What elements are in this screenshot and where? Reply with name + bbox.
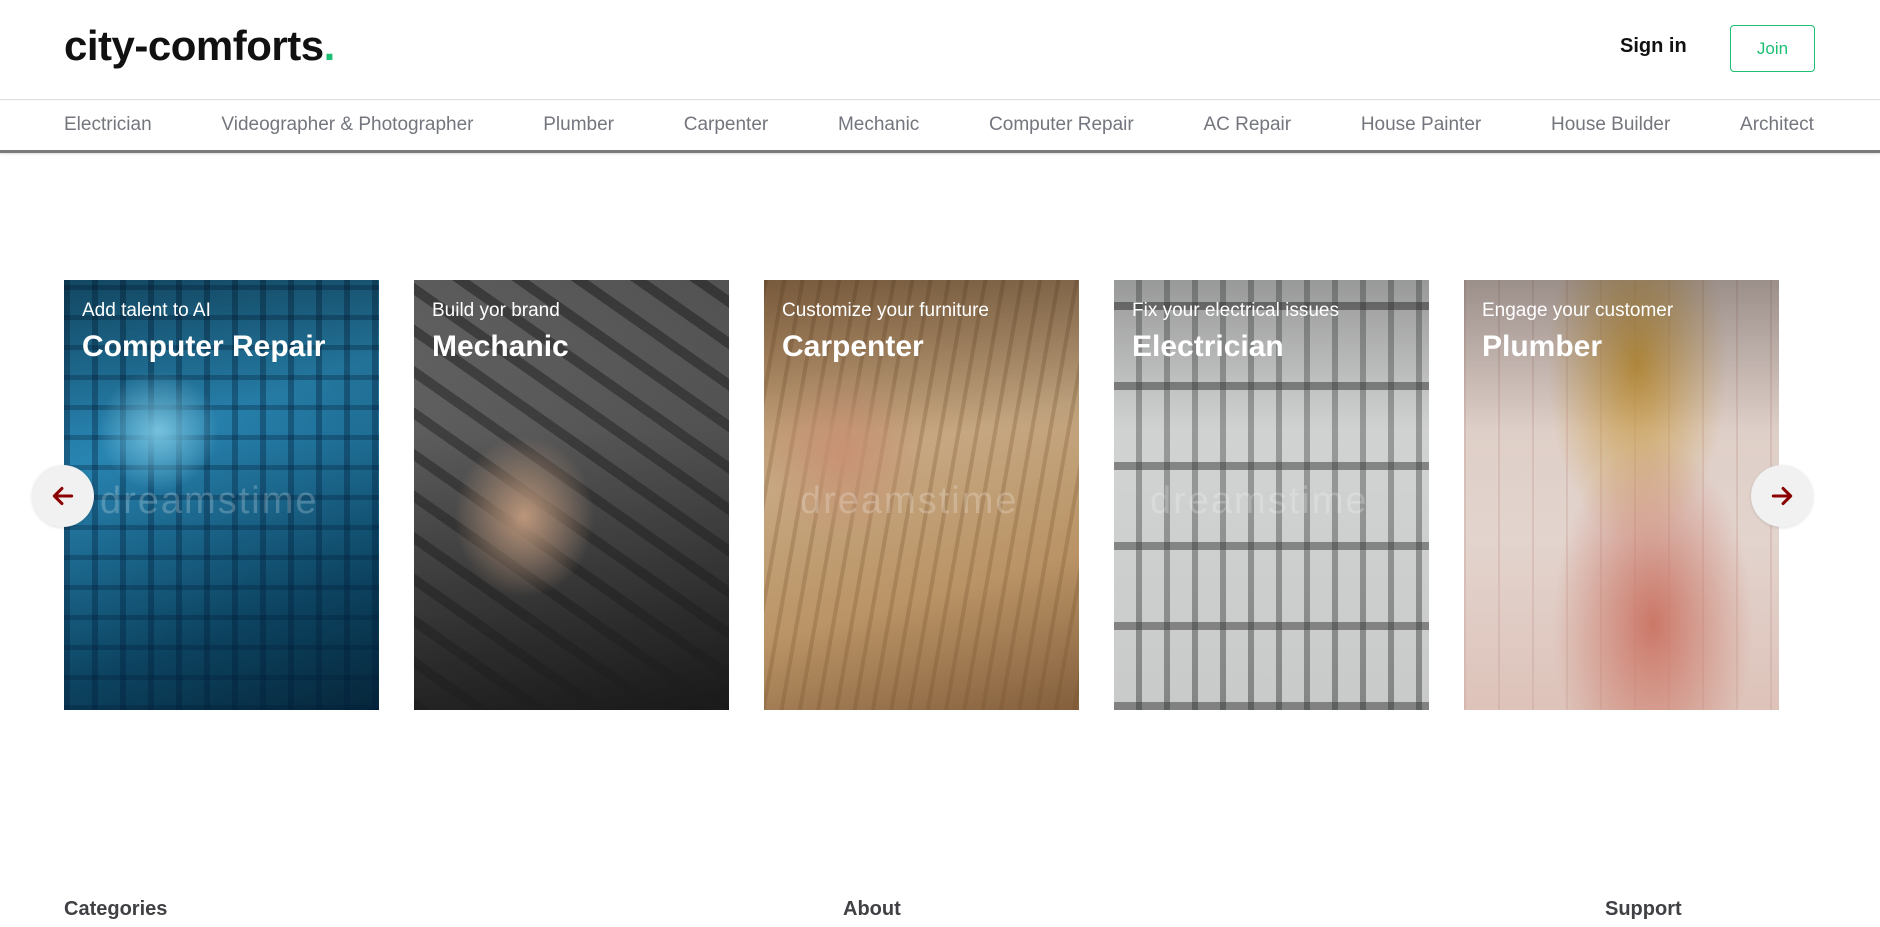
service-card-mechanic[interactable]: Build yor brand Mechanic — [414, 280, 729, 710]
service-card-electrician[interactable]: dreamstime Fix your electrical issues El… — [1114, 280, 1429, 710]
watermark: dreamstime — [800, 480, 1019, 522]
service-card-computer-repair[interactable]: dreamstime Add talent to AI Computer Rep… — [64, 280, 379, 710]
category-list: Electrician Videographer & Photographer … — [64, 114, 1814, 136]
footer-heading-categories: Categories — [64, 898, 168, 920]
watermark: dreamstime — [1150, 480, 1369, 522]
category-item-house-painter[interactable]: House Painter — [1361, 114, 1481, 136]
site-logo[interactable]: city-comforts. — [64, 22, 335, 70]
card-subtitle: Fix your electrical issues — [1132, 300, 1339, 321]
footer-heading-support: Support — [1605, 898, 1682, 920]
category-item-electrician[interactable]: Electrician — [64, 114, 152, 136]
category-item-ac-repair[interactable]: AC Repair — [1203, 114, 1291, 136]
category-item-computer-repair[interactable]: Computer Repair — [989, 114, 1134, 136]
category-item-carpenter[interactable]: Carpenter — [684, 114, 769, 136]
card-title: Carpenter — [782, 330, 924, 363]
card-subtitle: Build yor brand — [432, 300, 560, 321]
arrow-right-icon — [1771, 486, 1793, 506]
logo-dot: . — [323, 22, 336, 69]
category-item-architect[interactable]: Architect — [1740, 114, 1814, 136]
category-item-plumber[interactable]: Plumber — [543, 114, 614, 136]
carousel-prev-button[interactable] — [32, 465, 94, 527]
service-card-plumber[interactable]: Engage your customer Plumber — [1464, 280, 1779, 710]
category-nav: Electrician Videographer & Photographer … — [0, 101, 1880, 153]
service-carousel: dreamstime Add talent to AI Computer Rep… — [0, 280, 1880, 710]
card-title: Computer Repair — [82, 330, 326, 363]
category-item-mechanic[interactable]: Mechanic — [838, 114, 919, 136]
card-title: Electrician — [1132, 330, 1284, 363]
card-title: Mechanic — [432, 330, 569, 363]
category-item-house-builder[interactable]: House Builder — [1551, 114, 1670, 136]
site-header: city-comforts. Sign in Join — [0, 0, 1880, 100]
sign-in-link[interactable]: Sign in — [1620, 35, 1687, 58]
category-item-videographer-photographer[interactable]: Videographer & Photographer — [221, 114, 473, 136]
card-subtitle: Engage your customer — [1482, 300, 1674, 321]
carousel-next-button[interactable] — [1751, 465, 1813, 527]
service-card-carpenter[interactable]: dreamstime Customize your furniture Carp… — [764, 280, 1079, 710]
watermark: dreamstime — [100, 480, 319, 522]
logo-text: city-comforts — [64, 22, 324, 69]
card-subtitle: Add talent to AI — [82, 300, 211, 321]
arrow-left-icon — [52, 486, 74, 506]
card-title: Plumber — [1482, 330, 1603, 363]
join-button[interactable]: Join — [1730, 25, 1815, 72]
footer-heading-about: About — [843, 898, 901, 920]
card-subtitle: Customize your furniture — [782, 300, 989, 321]
